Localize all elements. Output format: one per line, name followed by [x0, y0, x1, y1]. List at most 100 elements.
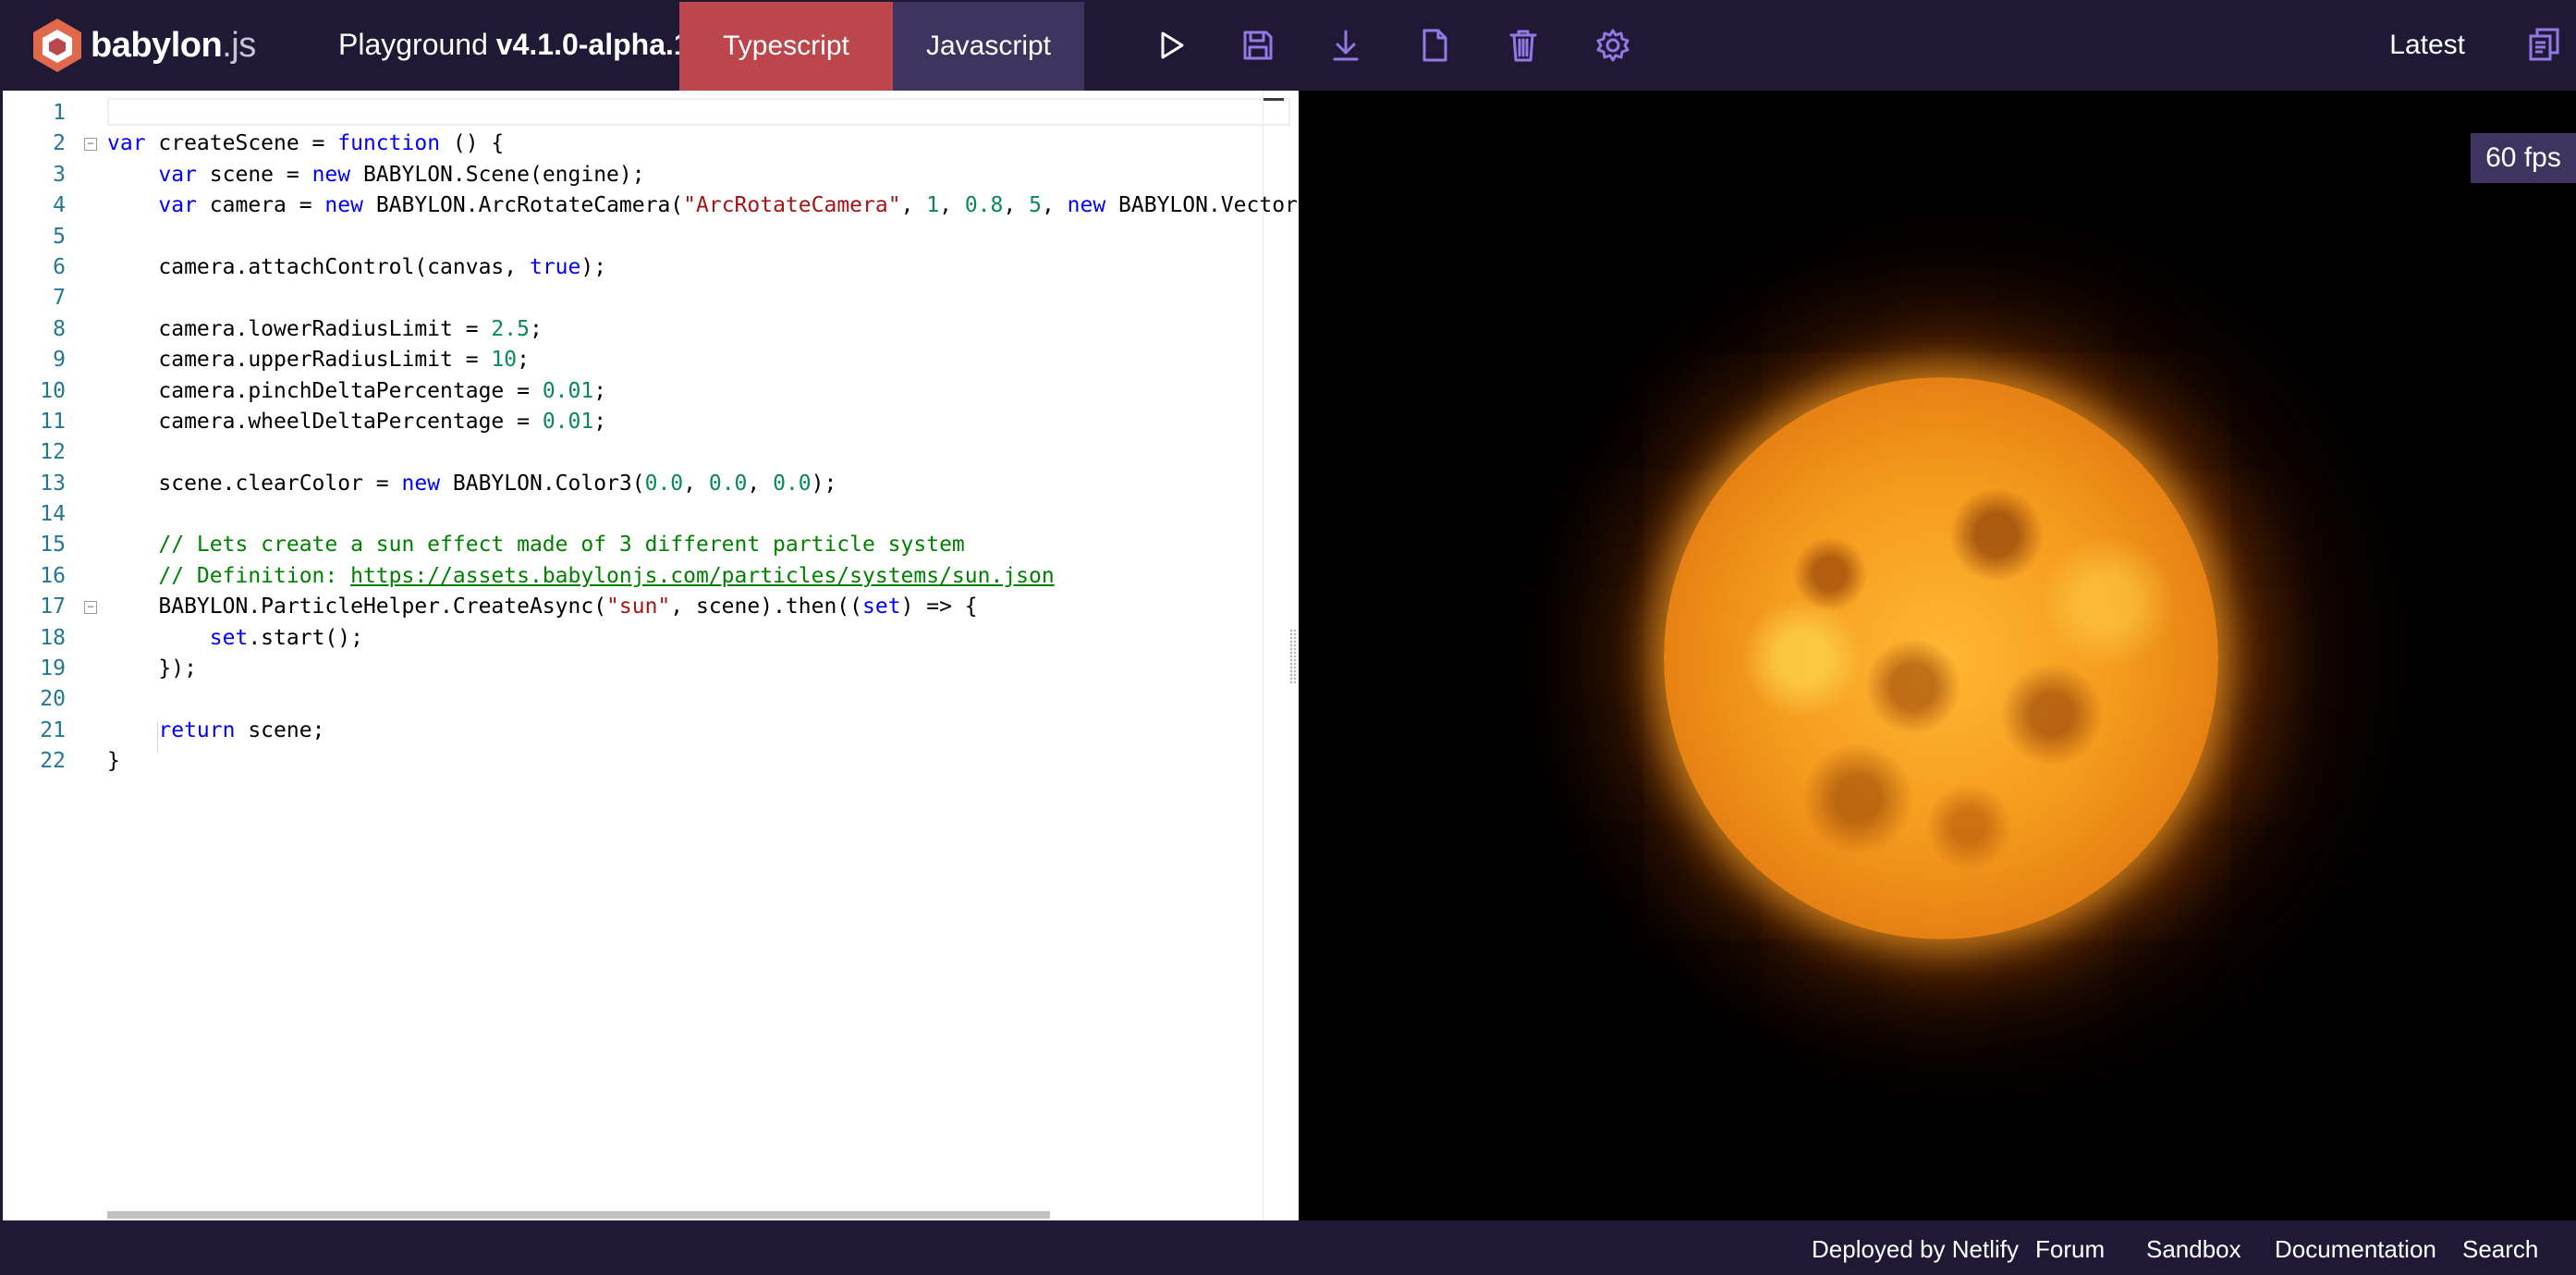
line-number: 4	[53, 193, 66, 218]
clear-button[interactable]	[1502, 24, 1544, 67]
footer-link-documentation[interactable]: Documentation	[2275, 1235, 2436, 1264]
code-line: 11 camera.wheelDeltaPercentage = 0.01;	[3, 407, 1299, 437]
tab-typescript[interactable]: Typescript	[679, 2, 893, 91]
logo-text-suffix: .js	[222, 25, 256, 65]
line-number: 2	[53, 131, 66, 156]
line-number: 13	[40, 471, 66, 496]
code-line-text: var createScene = function () {	[107, 131, 505, 156]
code-line: 19 });	[3, 654, 1299, 684]
code-line-text: // Definition: https://assets.babylonjs.…	[158, 563, 1055, 588]
babylon-logo[interactable]: babylon.js	[31, 17, 256, 74]
version-select[interactable]: Latest	[2389, 30, 2465, 61]
horizontal-scrollbar[interactable]	[107, 1211, 1050, 1219]
new-file-button[interactable]	[1413, 24, 1456, 67]
line-number: 6	[53, 254, 66, 279]
line-number: 16	[40, 563, 66, 588]
title-prefix: Playground	[338, 28, 496, 61]
code-line: 22}	[3, 746, 1299, 777]
code-line-text: set.start();	[209, 625, 363, 650]
top-navbar: babylon.js Playground v4.1.0-alpha.15 Ty…	[0, 0, 2576, 91]
line-number: 20	[40, 687, 66, 712]
code-line: 4 var camera = new BABYLON.ArcRotateCame…	[3, 190, 1299, 221]
code-line: 9 camera.upperRadiusLimit = 10;	[3, 345, 1299, 375]
code-line: 3 var scene = new BABYLON.Scene(engine);	[3, 160, 1299, 190]
line-number: 7	[53, 286, 66, 311]
footer-bar: Deployed by Netlify Forum Sandbox Docume…	[0, 1220, 2576, 1275]
code-line: 10 camera.pinchDeltaPercentage = 0.01;	[3, 376, 1299, 407]
code-line: 6 camera.attachControl(canvas, true);	[3, 252, 1299, 283]
line-number: 11	[40, 409, 66, 434]
footer-link-sandbox[interactable]: Sandbox	[2146, 1235, 2241, 1264]
code-line-text: var scene = new BABYLON.Scene(engine);	[158, 162, 645, 187]
code-line-text: }	[107, 749, 120, 774]
code-line: 7	[3, 283, 1299, 313]
line-number: 14	[40, 502, 66, 527]
line-number: 12	[40, 440, 66, 465]
code-line-text: var camera = new BABYLON.ArcRotateCamera…	[158, 193, 1299, 218]
tab-javascript[interactable]: Javascript	[893, 2, 1084, 91]
download-icon	[1333, 30, 1359, 61]
code-line: 14	[3, 499, 1299, 530]
tab-javascript-label: Javascript	[925, 31, 1052, 61]
examples-button[interactable]	[2526, 26, 2563, 63]
line-number: 22	[40, 749, 66, 774]
footer-link-search[interactable]: Search	[2462, 1235, 2538, 1264]
code-line-text: camera.upperRadiusLimit = 10;	[107, 348, 530, 373]
code-line-text: camera.lowerRadiusLimit = 2.5;	[107, 316, 543, 341]
code-line: 1	[3, 98, 1299, 129]
code-line-text: });	[107, 656, 197, 681]
clear-icon	[1509, 30, 1537, 62]
code-line-text: // Lets create a sun effect made of 3 di…	[158, 533, 965, 558]
code-line-text: camera.pinchDeltaPercentage = 0.01;	[107, 378, 607, 403]
code-line: 21 return scene;	[3, 716, 1299, 746]
fps-counter: 60 fps	[2471, 133, 2576, 183]
run-button[interactable]	[1150, 24, 1192, 67]
examples-icon	[2529, 28, 2559, 61]
tab-typescript-label: Typescript	[723, 31, 849, 61]
footer-link-forum[interactable]: Forum	[2035, 1235, 2105, 1264]
code-line: 20	[3, 684, 1299, 715]
settings-icon	[1596, 29, 1630, 62]
sun-particle-effect	[1664, 377, 2218, 939]
code-line-text: scene.clearColor = new BABYLON.Color3(0.…	[107, 471, 837, 496]
code-line-text: camera.attachControl(canvas, true);	[107, 254, 607, 279]
code-line: 5	[3, 222, 1299, 252]
save-button[interactable]	[1237, 24, 1279, 67]
logo-text-bold: babylon	[91, 25, 223, 65]
code-line-text: camera.wheelDeltaPercentage = 0.01;	[107, 409, 607, 434]
line-number: 3	[53, 162, 66, 187]
run-icon	[1161, 31, 1184, 59]
pane-splitter[interactable]	[1289, 629, 1297, 684]
line-number: 18	[40, 625, 66, 650]
fold-toggle-icon[interactable]: −	[84, 138, 97, 152]
line-number: 9	[53, 348, 66, 373]
line-number: 10	[40, 378, 66, 403]
code-line: 15 // Lets create a sun effect made of 3…	[3, 530, 1299, 560]
code-lines: 1 2− var createScene = function () { 3 va…	[3, 98, 1299, 778]
line-number: 1	[53, 101, 66, 125]
babylon-logo-icon	[33, 18, 81, 72]
line-number: 21	[40, 717, 66, 742]
code-line: 8 camera.lowerRadiusLimit = 2.5;	[3, 314, 1299, 345]
sun-json-link[interactable]: https://assets.babylonjs.com/particles/s…	[350, 564, 1055, 588]
line-number: 15	[40, 533, 66, 558]
code-line-text: BABYLON.ParticleHelper.CreateAsync("sun"…	[107, 595, 978, 619]
code-editor[interactable]: 1 2− var createScene = function () { 3 va…	[0, 91, 1299, 1220]
code-line: 12	[3, 437, 1299, 468]
code-line: 18 set.start();	[3, 623, 1299, 654]
line-number: 17	[40, 595, 66, 619]
download-button[interactable]	[1325, 24, 1367, 67]
settings-button[interactable]	[1592, 24, 1634, 67]
page-title: Playground v4.1.0-alpha.15	[338, 28, 706, 62]
logo-text: babylon.js	[91, 26, 256, 66]
code-line: 13 scene.clearColor = new BABYLON.Color3…	[3, 469, 1299, 499]
line-number: 5	[53, 224, 66, 249]
footer-link-netlify[interactable]: Deployed by Netlify	[1812, 1235, 2019, 1264]
line-number: 19	[40, 656, 66, 681]
line-number: 8	[53, 316, 66, 341]
code-line: 16 // Definition: https://assets.babylon…	[3, 561, 1299, 592]
code-line: 17 − BABYLON.ParticleHelper.CreateAsync("…	[3, 592, 1299, 622]
save-icon	[1243, 31, 1273, 60]
fold-toggle-icon[interactable]: −	[84, 601, 97, 615]
new-file-icon	[1422, 29, 1447, 62]
